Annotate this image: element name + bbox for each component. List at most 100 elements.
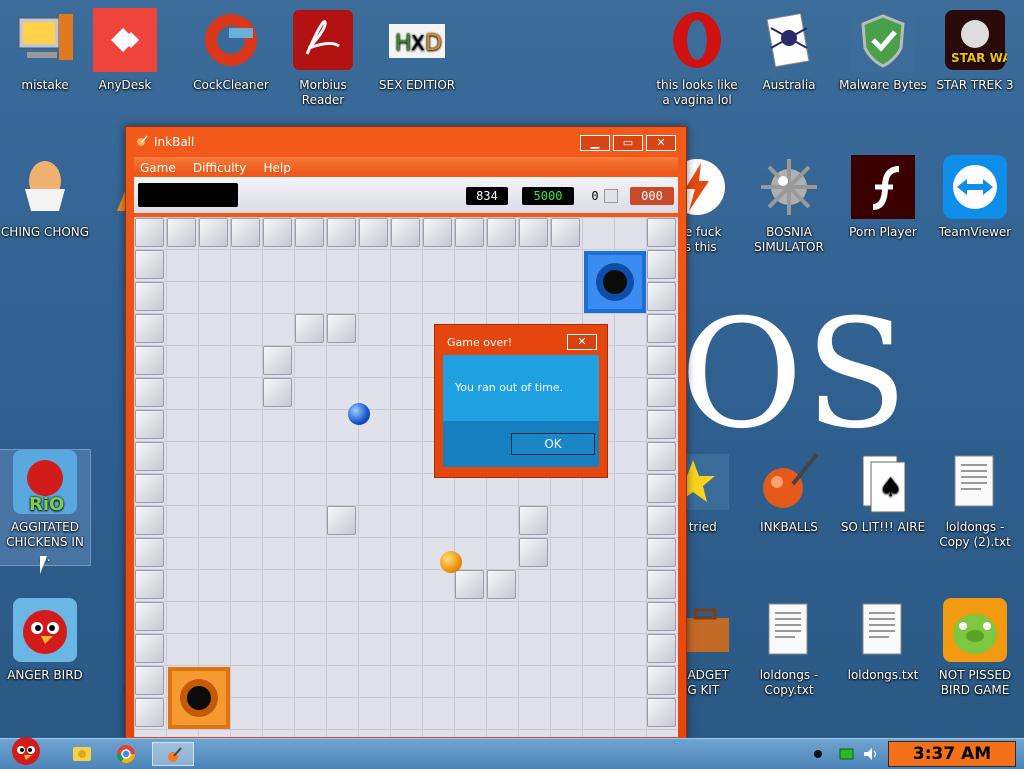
chrome-icon[interactable]	[106, 742, 146, 766]
wall-tile	[135, 314, 164, 343]
title-bar[interactable]: InkBall ▁ ▭ ✕	[126, 127, 686, 157]
txt-icon	[851, 598, 915, 662]
wall-tile	[647, 442, 676, 471]
svg-text:♠: ♠	[879, 473, 902, 503]
menu-bar: Game Difficulty Help	[134, 157, 678, 176]
desktop-icon[interactable]: ANGER BIRD	[0, 598, 90, 683]
wall-tile	[327, 506, 356, 535]
wall-tile	[359, 218, 388, 247]
maximize-icon: ▭	[622, 136, 634, 149]
desktop-icon[interactable]: AnyDesk	[80, 8, 170, 93]
wall-tile	[647, 602, 676, 631]
wall-tile	[135, 506, 164, 535]
menu-help[interactable]: Help	[257, 160, 296, 176]
wall-tile	[135, 570, 164, 599]
taskbar: 3:37 AM	[0, 737, 1024, 769]
maximize-button[interactable]: ▭	[613, 135, 643, 151]
score-counter: 5000	[522, 187, 574, 205]
desktop-icon[interactable]: BOSNIA SIMULATOR	[744, 155, 834, 255]
ok-button[interactable]: OK	[511, 433, 595, 455]
wall-tile	[423, 218, 452, 247]
inkball-icon	[757, 450, 821, 514]
close-icon: ✕	[656, 136, 666, 149]
game-over-dialog[interactable]: Game over! ✕ You ran out of time. OK	[434, 324, 608, 478]
desktop-icon[interactable]: RiO AGGITATED CHICKENS IN ...	[0, 449, 91, 566]
wall-tile	[135, 474, 164, 503]
desktop-icon[interactable]: CHING CHONG	[0, 155, 90, 240]
txt-icon	[943, 450, 1007, 514]
desktop-icon[interactable]: ♠ SO LIT!!! AIRE	[838, 450, 928, 535]
desktop-icon[interactable]: NOT PISSED BIRD GAME	[930, 598, 1020, 698]
wall-tile	[647, 410, 676, 439]
wall-tile	[519, 218, 548, 247]
desktop-icon[interactable]: TeamViewer	[930, 155, 1020, 240]
dialog-close-button[interactable]: ✕	[567, 334, 597, 350]
wall-tile	[487, 218, 516, 247]
pdf-icon	[291, 8, 355, 72]
time-counter: 834	[466, 187, 508, 205]
desktop-icon-label: loldongs.txt	[847, 668, 919, 682]
wall-tile	[295, 218, 324, 247]
desktop-icon[interactable]: Malware Bytes	[838, 8, 928, 93]
dialog-message: You ran out of time.	[455, 381, 564, 394]
desktop-icon[interactable]: mistake	[0, 8, 90, 93]
desktop-icon-label: Porn Player	[849, 225, 917, 239]
tray-record-icon[interactable]	[812, 748, 824, 760]
opera-icon	[665, 8, 729, 72]
wall-tile	[135, 410, 164, 439]
menu-game[interactable]: Game	[134, 160, 182, 176]
desktop-icon-label: BOSNIA SIMULATOR	[754, 225, 824, 254]
angrybird-icon	[13, 598, 77, 662]
start-angry-bird-icon[interactable]	[4, 731, 48, 767]
ccleaner-icon	[199, 8, 263, 72]
wall-tile	[295, 314, 324, 343]
wall-tile	[647, 282, 676, 311]
wall-tile	[487, 570, 516, 599]
wall-tile	[231, 218, 260, 247]
starwars-icon: STAR WARS	[943, 8, 1024, 72]
desktop-icon[interactable]: H X D SEX EDITIOR	[372, 8, 462, 93]
wall-tile	[327, 218, 356, 247]
desktop-icon[interactable]: Australia	[744, 8, 834, 93]
desktop-icon[interactable]: loldongs - Copy (2).txt	[930, 450, 1020, 550]
orange-ball	[440, 551, 462, 573]
wall-tile	[135, 442, 164, 471]
inkball-taskbar-button[interactable]	[152, 742, 194, 766]
wall-tile	[135, 602, 164, 631]
wall-tile	[263, 346, 292, 375]
minimize-button[interactable]: ▁	[580, 135, 610, 151]
wall-tile	[551, 218, 580, 247]
desktop-icon-label: NOT PISSED BIRD GAME	[938, 668, 1012, 697]
mine-icon	[757, 155, 821, 219]
desktop-icon[interactable]: Morbius Reader	[278, 8, 368, 108]
taskbar-clock[interactable]: 3:37 AM	[888, 741, 1016, 767]
wall-tile	[135, 346, 164, 375]
close-button[interactable]: ✕	[646, 135, 676, 151]
dialog-title: Game over!	[447, 336, 513, 349]
desktop-icon-label: mistake	[21, 78, 69, 92]
desktop-icon[interactable]: this looks like a vagina lol	[652, 8, 742, 108]
desktop-icon[interactable]: INKBALLS	[744, 450, 834, 535]
wall-tile	[391, 218, 420, 247]
wall-tile	[135, 218, 164, 247]
wall-tile	[647, 346, 676, 375]
spider-solitaire-icon	[757, 8, 821, 72]
ball-indicator-icon	[604, 189, 618, 203]
explorer-icon[interactable]	[62, 742, 102, 766]
desktop-icon-label: Australia	[762, 78, 816, 92]
desktop-icon[interactable]: Porn Player	[838, 155, 928, 240]
desktop-icon[interactable]: loldongs.txt	[838, 598, 928, 683]
tray-volume-icon[interactable]	[862, 745, 880, 763]
wall-tile	[647, 698, 676, 727]
desktop-icon[interactable]: CockCleaner	[186, 8, 276, 93]
status-bar: 834 5000 0 000	[134, 177, 678, 213]
teamviewer-icon	[943, 155, 1007, 219]
menu-difficulty[interactable]: Difficulty	[187, 160, 253, 176]
wall-tile	[167, 218, 196, 247]
desktop-icon[interactable]: loldongs - Copy.txt	[744, 598, 834, 698]
tray-battery-icon[interactable]	[838, 746, 856, 762]
desktop-icon[interactable]: STAR WARS STAR TREK 3	[930, 8, 1024, 93]
blue-ball	[348, 403, 370, 425]
blue-hole-icon	[584, 251, 646, 313]
desktop-icon-label: loldongs - Copy.txt	[759, 668, 819, 697]
